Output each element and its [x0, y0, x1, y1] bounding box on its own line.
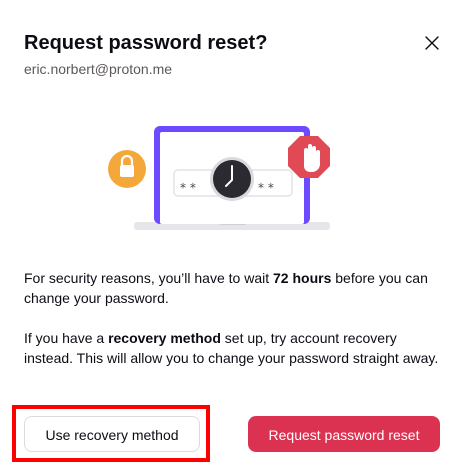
wait-notice: For security reasons, you’ll have to wai… [24, 270, 428, 306]
password-reset-illustration: ⁎ ⁎ ⁎ ⁎ [100, 120, 340, 240]
password-mask-right: ⁎ ⁎ [258, 177, 274, 191]
clock-icon [210, 157, 254, 201]
close-icon [425, 36, 439, 50]
dialog-title: Request password reset? [24, 32, 268, 54]
recovery-notice: If you have a recovery method set up, tr… [24, 330, 439, 366]
account-email: eric.norbert@proton.me [24, 61, 173, 77]
stop-hand-icon [288, 136, 330, 178]
lock-icon [108, 150, 146, 188]
request-password-reset-button[interactable]: Request password reset [248, 416, 440, 452]
password-mask-left: ⁎ ⁎ [180, 177, 196, 191]
password-reset-modal: Request password reset? eric.norbert@pro… [0, 0, 469, 465]
close-button[interactable] [420, 31, 444, 55]
use-recovery-method-button[interactable]: Use recovery method [24, 416, 200, 452]
